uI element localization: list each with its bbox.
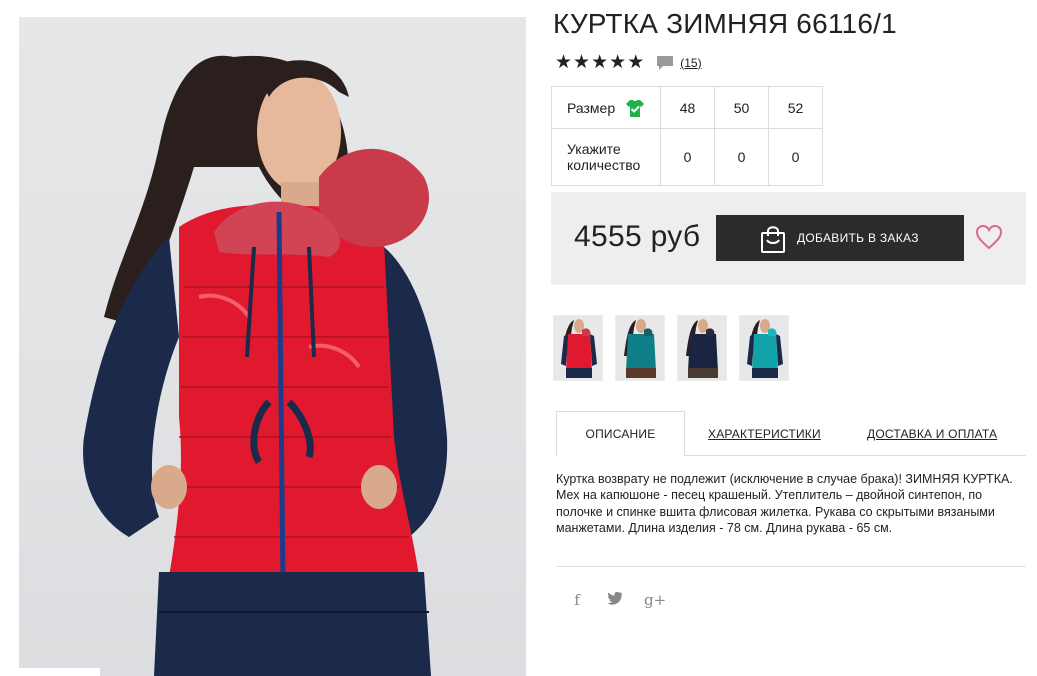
- product-description: Куртка возврату не подлежит (исключение …: [556, 472, 1013, 535]
- google-plus-icon[interactable]: g+: [644, 591, 666, 609]
- quantity-input[interactable]: 0: [714, 128, 769, 186]
- quantity-row: Укажите количество 0 0 0: [551, 128, 823, 186]
- size-label-cell: Размер: [551, 86, 661, 129]
- tab-delivery-payment[interactable]: ДОСТАВКА И ОПЛАТА: [867, 411, 997, 456]
- quantity-input[interactable]: 0: [660, 128, 715, 186]
- tab-characteristics[interactable]: ХАРАКТЕРИСТИКИ: [708, 411, 821, 456]
- price-box: 4555 руб ДОБАВИТЬ В ЗАКАЗ: [551, 192, 1026, 285]
- jacket-model-illustration: [83, 55, 448, 676]
- photo-corner-strip: [0, 668, 100, 676]
- thumbnail-red[interactable]: [553, 315, 603, 381]
- shopping-bag-icon: [761, 226, 785, 253]
- size-option[interactable]: 52: [768, 86, 823, 129]
- size-row: Размер 48 50 52: [551, 86, 823, 129]
- facebook-icon[interactable]: f: [568, 591, 586, 609]
- size-option[interactable]: 50: [714, 86, 769, 129]
- rating-row: ★ ★ ★ ★ ★ (15): [555, 53, 702, 72]
- star-icon[interactable]: ★: [627, 53, 644, 72]
- thumbnail-teal-alt[interactable]: [739, 315, 789, 381]
- thumbnail-teal-alt-image: [747, 319, 783, 378]
- add-to-order-label: ДОБАВИТЬ В ЗАКАЗ: [797, 231, 919, 245]
- quantity-input[interactable]: 0: [768, 128, 823, 186]
- product-title: КУРТКА ЗИМНЯЯ 66116/1: [553, 8, 897, 39]
- main-product-photo[interactable]: [19, 17, 526, 676]
- add-to-order-button[interactable]: ДОБАВИТЬ В ЗАКАЗ: [716, 215, 964, 261]
- thumbnail-teal-image: [624, 319, 656, 378]
- thumbnail-strip: [553, 315, 789, 381]
- product-tabs: ОПИСАНИЕ ХАРАКТЕРИСТИКИ ДОСТАВКА И ОПЛАТ…: [556, 411, 1026, 457]
- thumbnail-teal[interactable]: [615, 315, 665, 381]
- star-icon[interactable]: ★: [573, 53, 590, 72]
- tshirt-check-icon[interactable]: [625, 98, 645, 118]
- thumbnail-red-image: [561, 319, 597, 378]
- twitter-icon[interactable]: [606, 591, 624, 609]
- heart-wishlist-icon[interactable]: [975, 224, 1003, 250]
- size-label: Размер: [567, 99, 616, 116]
- size-quantity-table: Размер 48 50 52 Укажите количество 0 0 0: [551, 86, 823, 186]
- review-count-link[interactable]: (15): [680, 56, 701, 70]
- tab-description[interactable]: ОПИСАНИЕ: [556, 411, 685, 457]
- star-icon[interactable]: ★: [555, 53, 572, 72]
- star-icon[interactable]: ★: [609, 53, 626, 72]
- thumbnail-navy[interactable]: [677, 315, 727, 381]
- comment-icon: [657, 55, 674, 70]
- size-option[interactable]: 48: [660, 86, 715, 129]
- star-icon[interactable]: ★: [591, 53, 608, 72]
- quantity-label: Укажите количество: [551, 128, 661, 186]
- twitter-bird-icon: [607, 591, 623, 605]
- social-share: f g+: [568, 591, 666, 609]
- rating-stars[interactable]: ★ ★ ★ ★ ★: [555, 53, 644, 72]
- product-price: 4555 руб: [574, 220, 701, 253]
- thumbnail-navy-image: [686, 319, 718, 378]
- divider: [556, 566, 1026, 567]
